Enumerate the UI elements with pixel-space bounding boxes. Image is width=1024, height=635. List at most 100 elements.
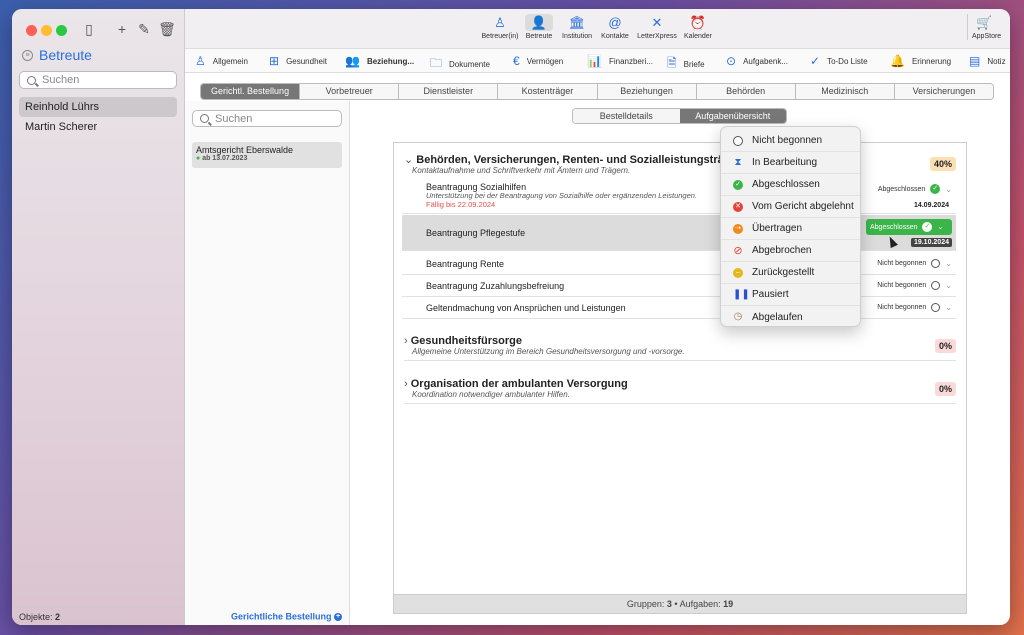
empty-circle-icon	[931, 259, 941, 268]
subtab-kostentraeger[interactable]: Kostenträger	[498, 84, 598, 99]
tab-notiz[interactable]: ▤ Notiz	[969, 54, 1006, 68]
segment-aufgabenuebersicht[interactable]: Aufgabenübersicht	[679, 109, 786, 123]
add-court-order-button[interactable]: Gerichtliche Bestellung +	[185, 607, 350, 625]
orders-search-field[interactable]: Suchen	[192, 110, 342, 127]
toolbar-label: Betreute	[525, 33, 553, 40]
task-status-dropdown[interactable]: Abgeschlossen ✓ ⌄	[866, 219, 952, 235]
subtab-dienstleister[interactable]: Dienstleister	[399, 84, 499, 99]
group-subtitle: Allgemeine Unterstützung im Bereich Gesu…	[412, 347, 685, 356]
task-group[interactable]: Organisation der ambulanten Versorgung K…	[404, 378, 956, 404]
task-overview-panel: Behörden, Versicherungen, Renten- und So…	[393, 142, 967, 614]
task-status-dropdown[interactable]: Abgeschlossen ✓ ⌄	[878, 184, 952, 194]
subtab-vorbetreuer[interactable]: Vorbetreuer	[300, 84, 400, 99]
menu-item-pausiert[interactable]: ❚❚ Pausiert	[721, 284, 860, 306]
task-row[interactable]: Beantragung Zuzahlungsbefreiung Nicht be…	[402, 275, 956, 297]
edit-pencil-icon[interactable]: ✎	[135, 20, 153, 38]
toolbar-letterxpress[interactable]: ✕ LetterXpress	[636, 14, 678, 40]
subtab-beziehungen[interactable]: Beziehungen	[597, 84, 697, 99]
check-badge-icon: ✓	[930, 184, 941, 194]
toolbar-label: Kontakte	[601, 33, 629, 40]
segment-bestelldetails[interactable]: Bestelldetails	[573, 109, 680, 123]
task-completed-date: 14.09.2024	[913, 202, 949, 209]
tab-label: Vermögen	[526, 56, 564, 66]
sidebar-title-label: Betreute	[39, 47, 92, 63]
trash-icon[interactable]: 🗑	[158, 20, 176, 38]
menu-item-abgebrochen[interactable]: ⊘ Abgebrochen	[721, 240, 860, 262]
tab-label: Gesundheit	[286, 56, 327, 66]
close-window-button[interactable]	[26, 25, 37, 36]
medical-icon: ⊞	[269, 54, 280, 68]
prohibited-icon: ⊘	[733, 244, 743, 257]
sidebar-title[interactable]: ≡ Betreute	[22, 47, 92, 63]
menu-item-uebertragen[interactable]: ⇢ Übertragen	[721, 218, 860, 240]
add-icon[interactable]: +	[113, 20, 131, 38]
check-badge-icon: ✓	[922, 222, 933, 232]
task-row[interactable]: Beantragung Pflegestufe Abgeschlossen ✓ ⌄ …	[402, 215, 956, 251]
toolbar-kontakte[interactable]: @ Kontakte	[599, 14, 631, 40]
group-subtitle: Koordination notwendiger ambulanter Hilf…	[412, 390, 570, 399]
menu-item-abgelehnt[interactable]: ✕ Vom Gericht abgelehnt	[721, 196, 860, 218]
task-row[interactable]: Beantragung Sozialhilfen Unterstützung b…	[402, 180, 956, 214]
check-badge-icon: ✓	[733, 179, 743, 190]
task-completed-date: 19.10.2024	[910, 238, 952, 247]
tab-dokumente[interactable]: 🗀 Dokumente	[430, 54, 490, 72]
menu-item-abgeschlossen[interactable]: ✓ Abgeschlossen	[721, 174, 860, 196]
people-icon: 👥	[345, 54, 360, 68]
task-row[interactable]: Beantragung Rente Nicht begonnen ⌄	[402, 253, 956, 275]
status-popup-menu: Nicht begonnen ⧗ In Bearbeitung ✓ Abgeschl…	[720, 126, 861, 327]
group-progress-badge: 0%	[934, 382, 956, 396]
tab-label: Notiz	[987, 56, 1006, 66]
subtab-gerichtl-bestellung[interactable]: Gerichtl. Bestellung	[201, 84, 301, 99]
menu-item-abgelaufen[interactable]: ◷ Abgelaufen	[721, 306, 860, 328]
toolbar-betreuer[interactable]: ♙ Betreuer(in)	[481, 14, 519, 40]
court-order-date: ab 13.07.2023	[196, 155, 338, 162]
sidebar-search-field[interactable]: Suchen	[19, 71, 177, 89]
subtab-versicherungen[interactable]: Versicherungen	[894, 84, 993, 99]
task-status-dropdown[interactable]: Nicht begonnen ⌄	[877, 303, 952, 312]
detail-segment-control: Bestelldetails Aufgabenübersicht	[572, 108, 787, 124]
orders-search-placeholder: Suchen	[215, 112, 253, 125]
objects-count: Objekte: 2	[12, 607, 184, 625]
tab-vermoegen[interactable]: € Vermögen	[513, 54, 563, 68]
court-order-card[interactable]: Amtsgericht Eberswalde ab 13.07.2023	[192, 142, 342, 168]
subtab-behoerden[interactable]: Behörden	[696, 84, 796, 99]
cart-icon: 🛒	[976, 15, 993, 30]
search-icon	[200, 114, 209, 123]
menu-item-nicht-begonnen[interactable]: Nicht begonnen	[721, 130, 860, 152]
task-status-dropdown[interactable]: Nicht begonnen ⌄	[877, 259, 952, 268]
sidebar-toggle-icon[interactable]: ▯	[80, 20, 98, 38]
menu-item-zurueckgestellt[interactable]: – Zurückgestellt	[721, 262, 860, 284]
task-row[interactable]: Geltendmachung von Ansprüchen und Leistu…	[402, 297, 956, 319]
menu-item-in-bearbeitung[interactable]: ⧗ In Bearbeitung	[721, 152, 860, 174]
tab-finanzbericht[interactable]: 📊 Finanzberi...	[587, 54, 653, 68]
building-icon: 🏛	[568, 15, 586, 30]
tab-aufgabenkatalog[interactable]: ⊙ Aufgabenk...	[726, 54, 788, 68]
subtab-medizinisch[interactable]: Medizinisch	[795, 84, 895, 99]
contacts-icon: @	[608, 15, 622, 30]
tab-beziehung[interactable]: 👥 Beziehung...	[345, 54, 414, 68]
toolbar-betreute[interactable]: 👤 Betreute	[525, 14, 553, 40]
group-progress-badge: 40%	[929, 157, 956, 171]
toolbar-kalender[interactable]: ⏰ Kalender	[683, 14, 713, 40]
task-status-label: Abgeschlossen	[877, 185, 926, 193]
tab-gesundheit[interactable]: ⊞ Gesundheit	[269, 54, 327, 68]
tab-label: Finanzberi...	[608, 56, 653, 66]
task-name: Geltendmachung von Ansprüchen und Leistu…	[426, 303, 626, 313]
minimize-window-button[interactable]	[41, 25, 52, 36]
toolbar-institution[interactable]: 🏛 Institution	[560, 14, 594, 40]
group-progress-badge: 0%	[934, 339, 956, 353]
tab-briefe[interactable]: 🗎 Briefe	[667, 54, 705, 72]
sidebar: ▯ + ✎ 🗑 ≡ Betreute Suchen Reinhold Lührs…	[12, 9, 185, 625]
task-group[interactable]: Behörden, Versicherungen, Renten- und So…	[404, 153, 956, 175]
person-list-item[interactable]: Reinhold Lührs	[19, 97, 177, 117]
tab-todo[interactable]: ✓ To-Do Liste	[810, 54, 868, 68]
toolbar-appstore[interactable]: 🛒 AppStore	[967, 14, 1001, 40]
task-group[interactable]: Gesundheitsfürsorge Allgemeine Unterstüt…	[404, 335, 956, 361]
task-status-dropdown[interactable]: Nicht begonnen ⌄	[877, 281, 952, 290]
tab-erinnerung[interactable]: 🔔 Erinnerung	[890, 54, 951, 68]
tab-allgemein[interactable]: ♙ Allgemein	[195, 54, 248, 68]
person-outline-icon: ♙	[494, 15, 506, 30]
zoom-window-button[interactable]	[56, 25, 67, 36]
person-list-item[interactable]: Martin Scherer	[19, 117, 177, 137]
chevron-down-icon: ⌄	[945, 281, 952, 290]
